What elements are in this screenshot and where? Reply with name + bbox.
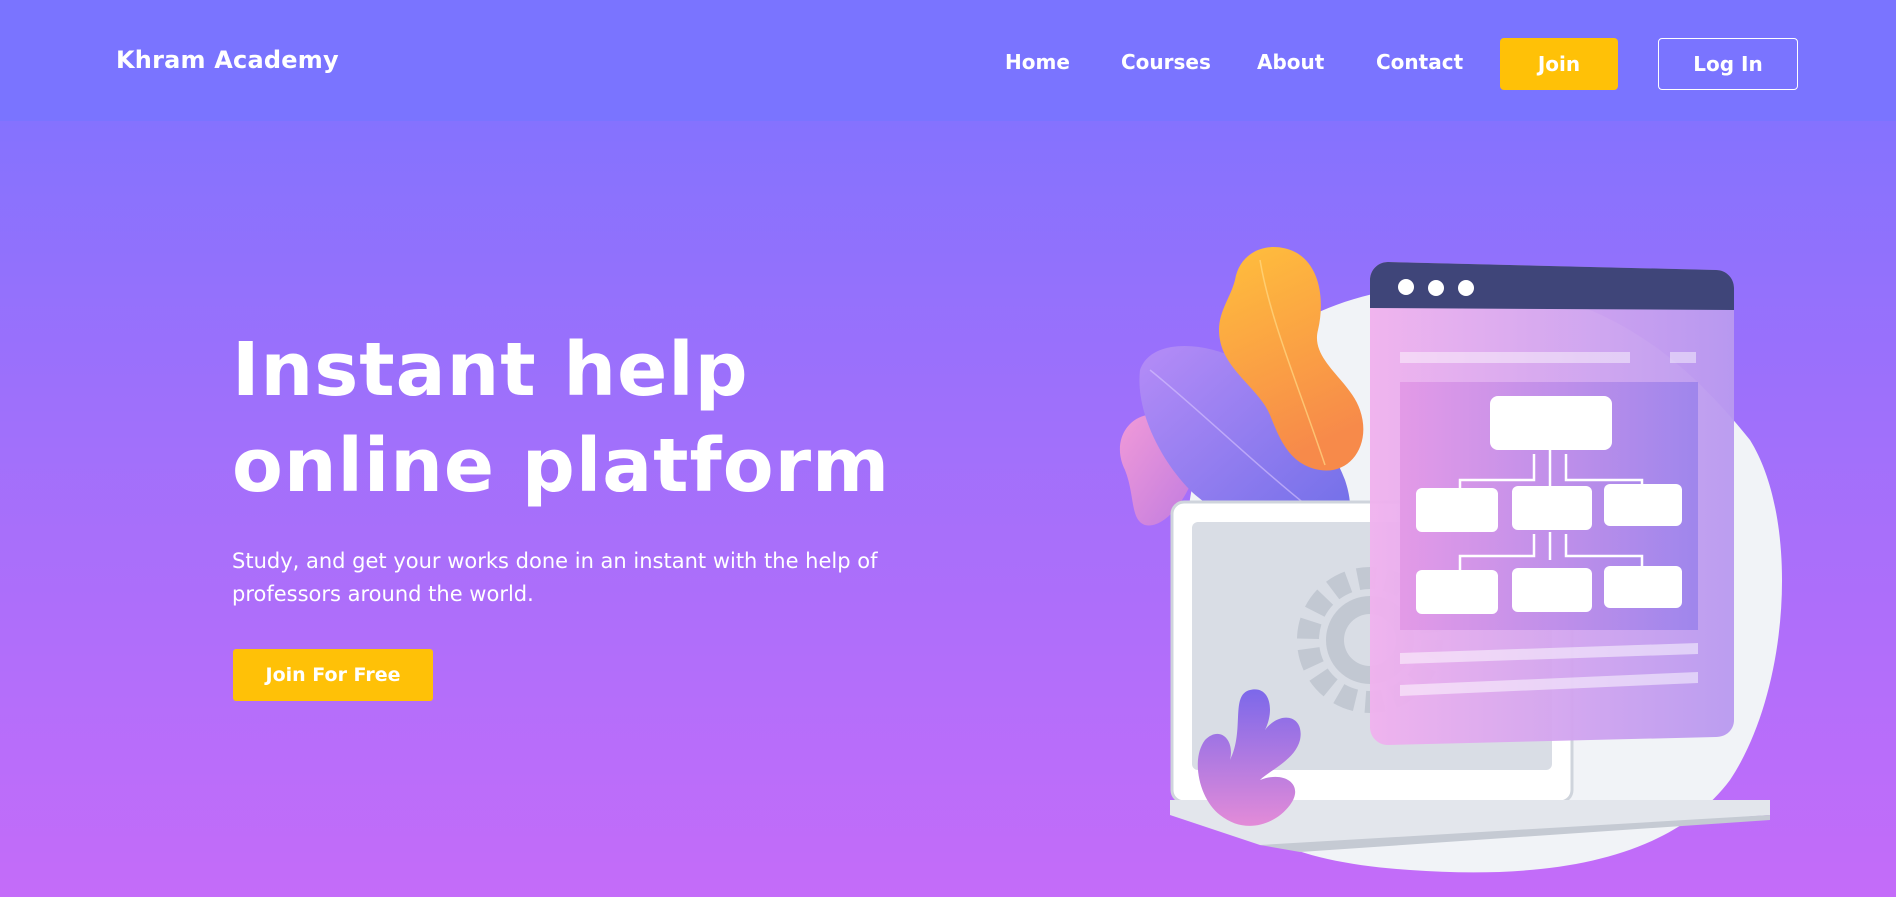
- hero-title: Instant help online platform: [232, 322, 890, 514]
- nav-contact-link[interactable]: Contact: [1376, 50, 1463, 74]
- join-for-free-button[interactable]: Join For Free: [233, 649, 433, 701]
- hero-title-line-2: online platform: [232, 423, 891, 509]
- brand-logo[interactable]: Khram Academy: [116, 46, 339, 74]
- window-dot-icon: [1428, 280, 1444, 296]
- hero-illustration: [1119, 247, 1783, 873]
- hero-title-line-1: Instant help: [232, 327, 749, 413]
- top-navbar: Khram Academy Home Courses About Contact…: [0, 0, 1896, 121]
- window-dot-icon: [1458, 280, 1474, 296]
- window-dot-icon: [1398, 279, 1414, 295]
- landing-page: Khram Academy Home Courses About Contact…: [0, 0, 1896, 897]
- login-button[interactable]: Log In: [1658, 38, 1798, 90]
- hero-subtitle: Study, and get your works done in an ins…: [232, 549, 878, 606]
- browser-window-icon: [1370, 262, 1734, 745]
- join-button[interactable]: Join: [1500, 38, 1618, 90]
- nav-about-link[interactable]: About: [1257, 50, 1324, 74]
- nav-home-link[interactable]: Home: [1005, 50, 1070, 74]
- nav-courses-link[interactable]: Courses: [1121, 50, 1211, 74]
